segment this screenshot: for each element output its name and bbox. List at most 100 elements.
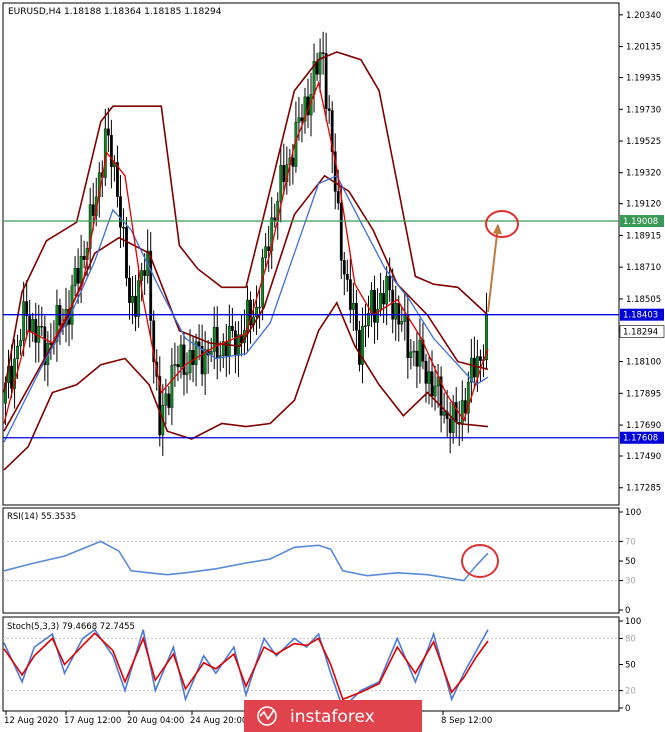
- candle-body: [351, 303, 355, 310]
- price-tick-label: 1.19935: [626, 74, 661, 84]
- candle-body: [19, 340, 23, 347]
- candle-body: [300, 117, 304, 122]
- osc-tick-label: 30: [625, 577, 636, 587]
- candle-body: [282, 165, 286, 183]
- candle-body: [339, 202, 343, 261]
- candle-body: [10, 365, 13, 389]
- candle-body: [418, 339, 422, 367]
- candle-body: [258, 306, 261, 309]
- time-tick-label: 20 Aug 04:00: [127, 716, 184, 726]
- candle-body: [167, 393, 171, 408]
- stoch-pane: 100 80 50 20 0 Stoch(5,3,3) 79.4668 72.7455: [2, 616, 641, 714]
- candle-body: [433, 385, 437, 397]
- candle-body: [379, 293, 382, 310]
- candle-body: [76, 268, 80, 284]
- price-tick-label: 1.17690: [626, 421, 661, 431]
- candle-body: [267, 246, 271, 251]
- candle-body: [34, 319, 38, 343]
- price-tick-label: 1.18505: [626, 295, 661, 305]
- level-tag-label: 1.19008: [623, 217, 658, 227]
- candle-body: [454, 402, 458, 423]
- candle-body: [173, 364, 177, 366]
- candle-body: [125, 227, 128, 279]
- candle-body: [388, 275, 392, 291]
- candle-body: [25, 301, 29, 317]
- candle-body: [424, 361, 428, 384]
- price-tick-label: 1.17285: [626, 484, 661, 494]
- candle-body: [79, 256, 83, 284]
- candle-body: [149, 250, 153, 321]
- price-tick-label: 1.19120: [626, 200, 661, 210]
- time-tick-label: 12 Aug 2020: [4, 716, 58, 726]
- candle-body: [191, 350, 195, 365]
- candle-body: [230, 325, 234, 331]
- osc-tick-label: 100: [625, 508, 641, 518]
- candle-body: [345, 273, 349, 280]
- candle-body: [185, 372, 189, 375]
- current-price-label: 1.18294: [623, 328, 658, 338]
- candle-body: [106, 128, 110, 136]
- candle-body: [73, 268, 77, 286]
- candle-body: [134, 295, 137, 317]
- candle-body: [472, 357, 476, 378]
- osc-tick-label: 0: [625, 606, 630, 616]
- candle-body: [430, 371, 434, 397]
- osc-tick-label: 100: [625, 617, 641, 627]
- candle-body: [143, 270, 147, 276]
- candle-body: [297, 117, 301, 123]
- rsi-pane-frame: [2, 507, 620, 614]
- candle-body: [409, 351, 413, 359]
- candle-body: [291, 157, 295, 167]
- candle-body: [348, 279, 352, 310]
- osc-tick-label: 0: [625, 704, 630, 714]
- price-tick-label: 1.18710: [626, 263, 661, 273]
- candle-body: [109, 135, 113, 167]
- time-tick-label: 8 Sep 12:00: [441, 716, 492, 726]
- candle-body: [122, 227, 125, 229]
- price-tick-label: 1.17490: [626, 452, 661, 462]
- watermark-text: instaforex: [290, 707, 375, 727]
- price-pane: 1.20340 1.20135 1.19935 1.19730 1.19525 1.193…: [2, 2, 665, 506]
- candle-body: [215, 326, 219, 359]
- candle-body: [22, 301, 26, 341]
- candle-body: [403, 314, 407, 322]
- price-tick-label: 1.20135: [626, 43, 661, 53]
- candle-body: [358, 330, 361, 365]
- candle-body: [364, 325, 367, 327]
- candle-body: [394, 303, 398, 320]
- osc-tick-label: 70: [625, 537, 636, 547]
- candle-body: [16, 345, 19, 360]
- candle-body: [31, 319, 35, 333]
- candle-body: [324, 53, 328, 109]
- candle-body: [82, 256, 86, 260]
- osc-tick-label: 20: [625, 687, 636, 697]
- candle-body: [373, 290, 376, 323]
- candle-body: [264, 246, 268, 259]
- candle-body: [460, 400, 464, 425]
- price-tick-label: 1.18100: [626, 358, 661, 368]
- time-tick-label: 24 Aug 20:00: [190, 716, 247, 726]
- candle-body: [385, 275, 389, 305]
- rsi-title: RSI(14) 55.3535: [7, 512, 76, 522]
- candle-body: [321, 52, 325, 54]
- price-tick-label: 1.19320: [626, 169, 661, 179]
- osc-tick-label: 50: [625, 557, 636, 567]
- candle-body: [224, 341, 228, 356]
- candle-body: [342, 260, 346, 275]
- price-tick-label: 1.18915: [626, 231, 661, 241]
- candle-body: [415, 350, 419, 367]
- watermark: instaforex: [244, 700, 422, 732]
- candle-body: [448, 418, 452, 433]
- candle-body: [28, 315, 32, 333]
- candle-body: [336, 191, 340, 204]
- candle-body: [406, 314, 410, 359]
- candle-body: [233, 330, 237, 356]
- candle-body: [170, 365, 174, 408]
- candle-body: [91, 204, 95, 216]
- candle-body: [279, 165, 283, 202]
- price-axis: 1.20340 1.20135 1.19935 1.19730 1.19525 1.193…: [619, 11, 661, 494]
- osc-tick-label: 80: [625, 634, 636, 644]
- candle-body: [164, 393, 168, 406]
- chart-canvas: 1.20340 1.20135 1.19935 1.19730 1.19525 1.193…: [2, 2, 665, 732]
- candle-body: [182, 344, 186, 375]
